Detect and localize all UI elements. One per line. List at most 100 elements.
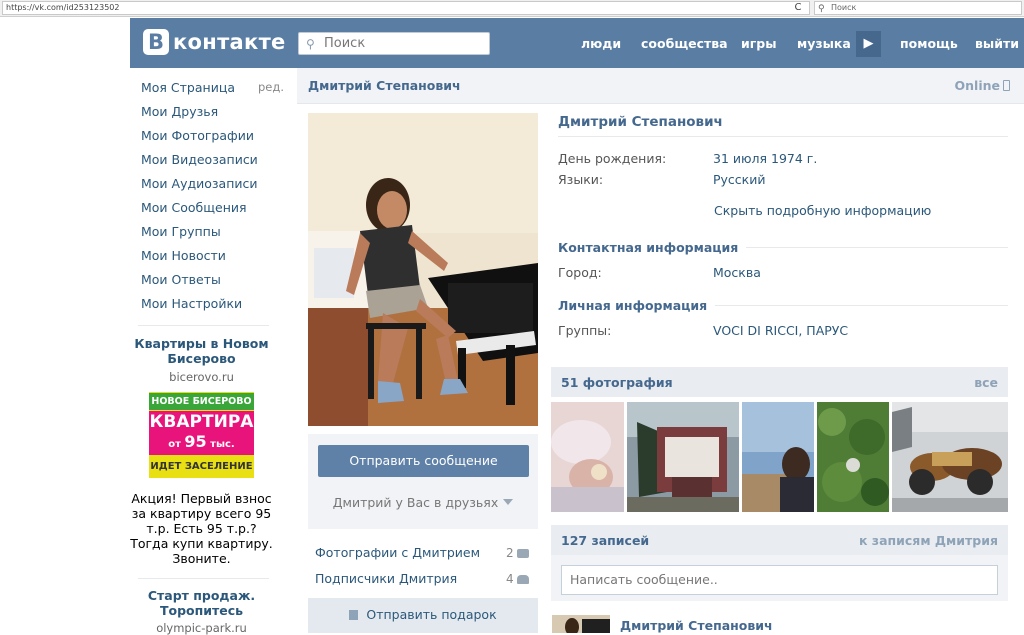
personal-section-title: Личная информация bbox=[558, 298, 716, 313]
ad-banner-image[interactable]: НОВОЕ БИСЕРОВО КВАРТИРА от 95 тыс. рубле… bbox=[149, 392, 254, 478]
wall-posts-link[interactable]: к записям Дмитрия bbox=[859, 533, 998, 548]
ad-text[interactable]: Акция! Первый взнос за квартиру всего 95… bbox=[130, 491, 273, 566]
address-bar[interactable]: https://vk.com/id253123502 bbox=[2, 1, 810, 15]
banner-line-1-prefix: НОВОЕ bbox=[151, 396, 190, 407]
avatar[interactable] bbox=[552, 615, 610, 633]
send-gift-label: Отправить подарок bbox=[366, 607, 497, 622]
play-icon[interactable]: ▶ bbox=[856, 31, 881, 57]
sidebar-item-my-page[interactable]: Моя Страница bbox=[141, 80, 235, 95]
photo-thumbnail-image bbox=[742, 402, 814, 512]
post-author[interactable]: Дмитрий Степанович bbox=[620, 618, 773, 633]
edit-link[interactable]: ред. bbox=[258, 80, 284, 94]
nav-games[interactable]: игры bbox=[741, 36, 777, 51]
wall-header[interactable]: 127 записей к записям Дмитрия bbox=[551, 525, 1008, 555]
photo-thumbnail-image bbox=[551, 402, 624, 512]
sidebar-item-photos[interactable]: Мои Фотографии bbox=[141, 128, 254, 143]
profile-photo[interactable] bbox=[308, 113, 538, 426]
profile-name: Дмитрий Степанович bbox=[558, 114, 723, 130]
reload-icon[interactable]: C bbox=[790, 2, 806, 14]
city-value[interactable]: Москва bbox=[713, 265, 761, 280]
sidebar-item-news[interactable]: Мои Новости bbox=[141, 248, 226, 263]
ad-title[interactable]: Квартиры в Новом Бисерово bbox=[130, 336, 273, 366]
followers-count-value: 4 bbox=[506, 572, 514, 586]
sidebar-item-settings[interactable]: Мои Настройки bbox=[141, 296, 242, 311]
groups-label: Группы: bbox=[558, 323, 612, 338]
browser-search-input[interactable]: ⚲ Поиск bbox=[814, 1, 1022, 15]
sidebar-item-answers[interactable]: Мои Ответы bbox=[141, 272, 221, 287]
chevron-down-icon bbox=[503, 499, 514, 505]
wall-title[interactable]: 127 записей bbox=[561, 533, 649, 548]
profile-photo-image bbox=[308, 113, 538, 426]
sidebar-item-videos[interactable]: Мои Видеозаписи bbox=[141, 152, 258, 167]
ad-title[interactable]: Старт продаж. Торопитесь bbox=[130, 588, 273, 618]
browser-search-placeholder: Поиск bbox=[831, 3, 857, 12]
nav-help[interactable]: помощь bbox=[900, 36, 958, 51]
wall-post-input[interactable]: Написать сообщение.. bbox=[561, 565, 998, 595]
photo-thumbnail[interactable] bbox=[551, 402, 624, 512]
sidebar-item-audio[interactable]: Мои Аудиозаписи bbox=[141, 176, 258, 191]
gift-icon bbox=[349, 610, 359, 620]
banner-price-prefix: от bbox=[168, 439, 181, 450]
nav-music[interactable]: музыка bbox=[797, 36, 851, 51]
camera-icon bbox=[517, 549, 530, 558]
online-status: Online bbox=[955, 78, 1010, 93]
profile-header: Дмитрий Степанович Online bbox=[297, 68, 1024, 104]
banner-price-value: 95 bbox=[184, 432, 207, 451]
search-input[interactable]: ⚲ Поиск bbox=[298, 32, 490, 55]
nav-communities[interactable]: сообщества bbox=[641, 36, 728, 51]
photos-with-count-value: 2 bbox=[506, 546, 514, 560]
banner-line-2: КВАРТИРА от 95 тыс. рублей bbox=[149, 411, 254, 468]
groups-value[interactable]: VOCI DI RICCI, ПАРУС bbox=[713, 323, 848, 338]
logo-icon: B bbox=[143, 29, 169, 55]
languages-label: Языки: bbox=[558, 172, 604, 187]
page-title: Дмитрий Степанович bbox=[308, 78, 461, 93]
languages-value[interactable]: Русский bbox=[713, 172, 765, 187]
sidebar-item-friends[interactable]: Мои Друзья bbox=[141, 104, 218, 119]
sidebar-item-messages[interactable]: Мои Сообщения bbox=[141, 200, 247, 215]
avatar-image bbox=[552, 615, 610, 633]
search-icon: ⚲ bbox=[306, 37, 315, 51]
ad-domain[interactable]: bicerovo.ru bbox=[130, 370, 273, 384]
city-label: Город: bbox=[558, 265, 602, 280]
photos-all-link[interactable]: все bbox=[974, 375, 998, 390]
photo-thumbnail[interactable] bbox=[627, 402, 739, 512]
birthday-value[interactable]: 31 июля 1974 г. bbox=[713, 151, 817, 166]
divider bbox=[558, 136, 1008, 137]
left-sidebar: Моя Страница ред. Мои Друзья Мои Фотогра… bbox=[130, 68, 296, 635]
photos-header[interactable]: 51 фотография все bbox=[551, 367, 1008, 397]
friend-status-label: Дмитрий у Вас в друзьях bbox=[332, 495, 499, 510]
birthday-label: День рождения: bbox=[558, 151, 667, 166]
followers-link[interactable]: Подписчики Дмитрия bbox=[315, 571, 457, 586]
divider bbox=[138, 325, 269, 326]
browser-toolbar: https://vk.com/id253123502 C ⚲ Поиск bbox=[0, 0, 1024, 17]
photos-with-link[interactable]: Фотографии с Дмитрием bbox=[315, 545, 480, 560]
photo-thumbnail[interactable] bbox=[892, 402, 1008, 512]
photo-thumbnail-image bbox=[892, 402, 1008, 512]
photo-thumbnail-image bbox=[627, 402, 739, 512]
nav-logout[interactable]: выйти bbox=[975, 36, 1019, 51]
photos-with-count: 2 bbox=[506, 546, 530, 560]
nav-people[interactable]: люди bbox=[581, 36, 621, 51]
vk-logo[interactable]: B контакте bbox=[143, 27, 286, 57]
sidebar-item-groups[interactable]: Мои Группы bbox=[141, 224, 221, 239]
photo-thumbnail[interactable] bbox=[817, 402, 889, 512]
banner-line-1: НОВОЕ БИСЕРОВО bbox=[149, 393, 254, 410]
friend-status-dropdown[interactable]: Дмитрий у Вас в друзьях bbox=[308, 495, 538, 510]
photos-title[interactable]: 51 фотография bbox=[561, 375, 673, 390]
photo-thumbnail-image bbox=[817, 402, 889, 512]
profile-main: Дмитрий Степанович Online Дмитрий у Вас … bbox=[297, 68, 1024, 633]
users-icon bbox=[517, 575, 530, 584]
divider bbox=[138, 578, 269, 579]
online-label: Online bbox=[954, 78, 1000, 93]
followers-count: 4 bbox=[506, 572, 530, 586]
search-placeholder: Поиск bbox=[324, 36, 366, 51]
send-gift-button[interactable]: Отправить подарок bbox=[308, 598, 538, 633]
send-message-button[interactable]: Отправить сообщение bbox=[318, 445, 529, 477]
logo-text: контакте bbox=[173, 30, 286, 54]
photo-thumbnail[interactable] bbox=[742, 402, 814, 512]
banner-line-4: ИДЕТ ЗАСЕЛЕНИЕ bbox=[149, 456, 254, 478]
hide-details-link[interactable]: Скрыть подробную информацию bbox=[714, 203, 931, 218]
mobile-icon bbox=[1003, 80, 1010, 91]
search-icon: ⚲ bbox=[818, 4, 825, 14]
banner-line-1-text: БИСЕРОВО bbox=[192, 396, 252, 407]
